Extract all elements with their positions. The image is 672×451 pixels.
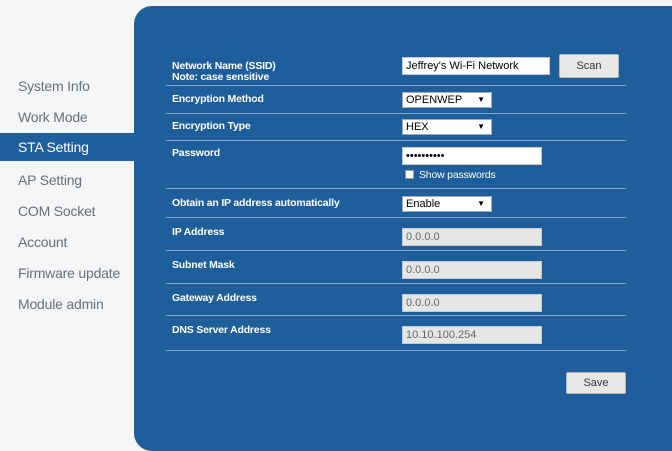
ip-address-input[interactable]: 0.0.0.0 [402,228,542,246]
sidebar-item-account[interactable]: Account [18,228,67,256]
ssid-note: Note: case sensitive [172,71,269,83]
chevron-down-icon: ▼ [477,199,485,208]
encryption-type-select[interactable]: HEX ▼ [402,119,492,135]
chevron-down-icon: ▼ [477,95,485,104]
ssid-input[interactable]: Jeffrey's Wi-Fi Network [402,57,550,75]
ip-address-label: IP Address [172,226,225,238]
sidebar-item-work-mode[interactable]: Work Mode [18,103,88,131]
encryption-method-select[interactable]: OPENWEP ▼ [402,92,492,108]
divider [166,113,626,114]
sta-settings-panel: Network Name (SSID) Note: case sensitive… [134,6,672,451]
subnet-mask-label: Subnet Mask [172,259,235,271]
encryption-type-label: Encryption Type [172,120,251,132]
dhcp-select[interactable]: Enable ▼ [402,196,492,212]
divider [166,250,626,251]
divider [166,140,626,141]
sidebar-item-sta-setting[interactable]: STA Setting [0,133,140,161]
dhcp-label: Obtain an IP address automatically [172,197,340,209]
show-passwords-checkbox[interactable] [405,170,414,179]
chevron-down-icon: ▼ [477,122,485,131]
encryption-method-label: Encryption Method [172,93,264,105]
divider [166,283,626,284]
dns-input[interactable]: 10.10.100.254 [402,326,542,344]
divider [166,217,626,218]
gateway-input[interactable]: 0.0.0.0 [402,294,542,312]
encryption-method-value: OPENWEP [406,94,463,106]
subnet-mask-input[interactable]: 0.0.0.0 [402,261,542,279]
dns-label: DNS Server Address [172,324,271,336]
sidebar-item-system-info[interactable]: System Info [18,72,90,100]
dhcp-value: Enable [406,198,441,210]
divider [166,350,626,351]
sidebar-item-ap-setting[interactable]: AP Setting [18,166,82,194]
sidebar-item-firmware-update[interactable]: Firmware update [18,259,120,287]
sidebar-item-com-socket[interactable]: COM Socket [18,197,96,225]
scan-button[interactable]: Scan [559,54,619,78]
divider [166,315,626,316]
save-button[interactable]: Save [566,372,626,394]
password-input[interactable]: •••••••••• [402,147,542,165]
divider [166,85,626,86]
sidebar-item-module-admin[interactable]: Module admin [18,290,104,318]
show-passwords-label: Show passwords [419,169,496,181]
divider [166,188,626,189]
encryption-type-value: HEX [406,121,429,133]
gateway-label: Gateway Address [172,292,257,304]
password-label: Password [172,147,221,159]
